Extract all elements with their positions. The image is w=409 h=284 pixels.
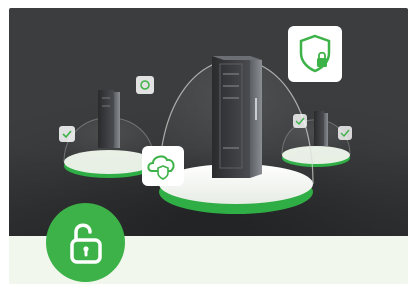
unlocked-padlock-icon	[69, 223, 102, 264]
content-card	[9, 8, 408, 284]
checkmark-icon	[293, 114, 307, 128]
server-rack-icon	[98, 90, 120, 148]
server-rack-icon	[212, 56, 262, 178]
server-rack-icon	[314, 111, 328, 146]
checkmark-icon	[338, 126, 352, 140]
checkmark-icon	[59, 126, 75, 142]
unlocked-padlock-badge	[46, 203, 125, 282]
shield-lock-icon	[288, 26, 342, 82]
server-scene	[59, 26, 352, 214]
cloud-shield-icon	[142, 146, 184, 186]
hero-illustration	[9, 8, 408, 236]
left-server-dome	[63, 90, 155, 178]
gear-icon	[136, 76, 154, 94]
